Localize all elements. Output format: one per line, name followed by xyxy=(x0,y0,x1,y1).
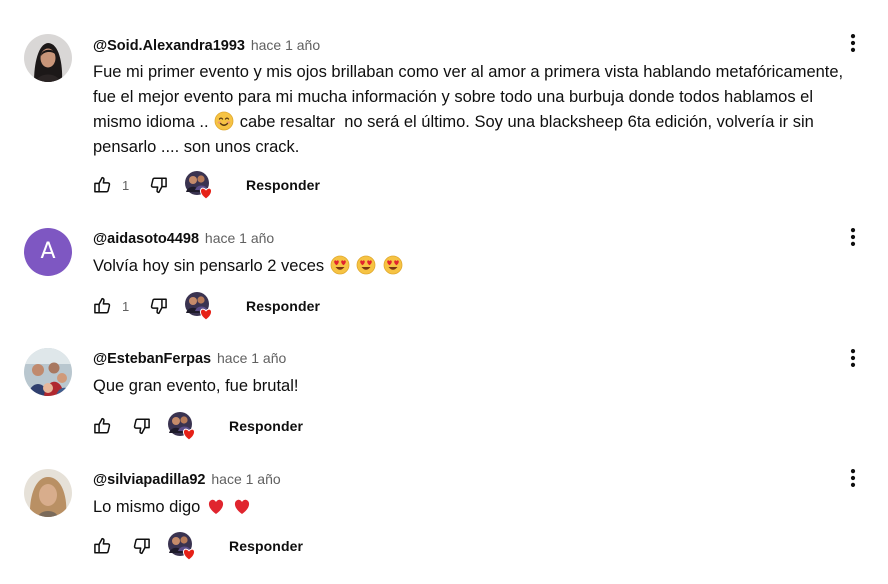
comment-text-line: Que gran evento, fue brutal! xyxy=(93,377,299,395)
comment-text: Fue mi primer evento y mis ojos brillaba… xyxy=(93,60,883,160)
avatar[interactable] xyxy=(24,469,72,517)
more-vert-icon[interactable] xyxy=(842,31,864,55)
creator-heart-icon xyxy=(167,411,197,441)
comment-time[interactable]: hace 1 año xyxy=(205,230,274,246)
author-name[interactable]: @silviapadilla92 xyxy=(93,472,205,488)
comment-actions: Responder xyxy=(91,530,303,562)
reply-button[interactable]: Responder xyxy=(229,418,303,434)
thumb-up-icon[interactable] xyxy=(91,174,113,196)
reply-button[interactable]: Responder xyxy=(246,177,320,193)
thumb-down-icon[interactable] xyxy=(148,295,170,317)
comment-text: Que gran evento, fue brutal! xyxy=(93,374,883,399)
heart-eyes-emoji-icon xyxy=(330,255,350,275)
avatar[interactable] xyxy=(24,348,72,396)
creator-heart-icon xyxy=(184,291,214,321)
like-count: 1 xyxy=(122,298,130,314)
author-name[interactable]: @aidasoto4498 xyxy=(93,231,199,247)
comment-header: @EstebanFerpas hace 1 año xyxy=(93,348,286,369)
smiling-face-emoji-icon xyxy=(214,111,234,131)
avatar-letter: A xyxy=(40,239,56,264)
thumb-up-icon[interactable] xyxy=(91,535,113,557)
comment-text-line: Lo mismo digo xyxy=(93,498,205,516)
avatar[interactable] xyxy=(24,34,72,82)
comment-text-line: pensarlo .... son unos crack. xyxy=(93,138,300,156)
more-vert-icon[interactable] xyxy=(842,466,864,490)
comment-text: Volvía hoy sin pensarlo 2 veces xyxy=(93,254,883,279)
more-vert-icon[interactable] xyxy=(842,225,864,249)
comment-header: @silviapadilla92 hace 1 año xyxy=(93,469,281,490)
comment-text-line: Fue mi primer evento y mis ojos brillaba… xyxy=(93,63,844,81)
like-count: 1 xyxy=(122,177,130,193)
comment-time[interactable]: hace 1 año xyxy=(217,350,286,366)
red-heart-emoji-icon xyxy=(206,496,226,516)
creator-heart-icon xyxy=(184,170,214,200)
comment-actions: 1 Responder xyxy=(91,290,320,322)
heart-eyes-emoji-icon xyxy=(356,255,376,275)
thumb-up-icon[interactable] xyxy=(91,295,113,317)
comment-time[interactable]: hace 1 año xyxy=(251,37,320,53)
author-name[interactable]: @Soid.Alexandra1993 xyxy=(93,38,245,54)
comment-time[interactable]: hace 1 año xyxy=(211,471,280,487)
reply-button[interactable]: Responder xyxy=(229,538,303,554)
comment-text-line: cabe resaltar no será el último. Soy una… xyxy=(235,113,814,131)
author-name[interactable]: @EstebanFerpas xyxy=(93,351,211,367)
thumb-down-icon[interactable] xyxy=(148,174,170,196)
thumb-up-icon[interactable] xyxy=(91,415,113,437)
avatar[interactable]: A xyxy=(24,228,72,276)
thumb-down-icon[interactable] xyxy=(131,535,153,557)
comment-header: @aidasoto4498 hace 1 año xyxy=(93,228,274,249)
comment-text-line: mismo idioma .. xyxy=(93,113,214,131)
comment-actions: 1 Responder xyxy=(91,169,320,201)
more-vert-icon[interactable] xyxy=(842,346,864,370)
comment-actions: Responder xyxy=(91,410,303,442)
comment-text-line: fue el mejor evento para mi mucha inform… xyxy=(93,88,814,106)
thumb-down-icon[interactable] xyxy=(131,415,153,437)
comment-text-line: Volvía hoy sin pensarlo 2 veces xyxy=(93,257,329,275)
comment-text: Lo mismo digo xyxy=(93,495,883,520)
comment-header: @Soid.Alexandra1993 hace 1 año xyxy=(93,35,320,56)
heart-eyes-emoji-icon xyxy=(383,255,403,275)
red-heart-emoji-icon xyxy=(232,496,252,516)
creator-heart-icon xyxy=(167,531,197,561)
reply-button[interactable]: Responder xyxy=(246,298,320,314)
